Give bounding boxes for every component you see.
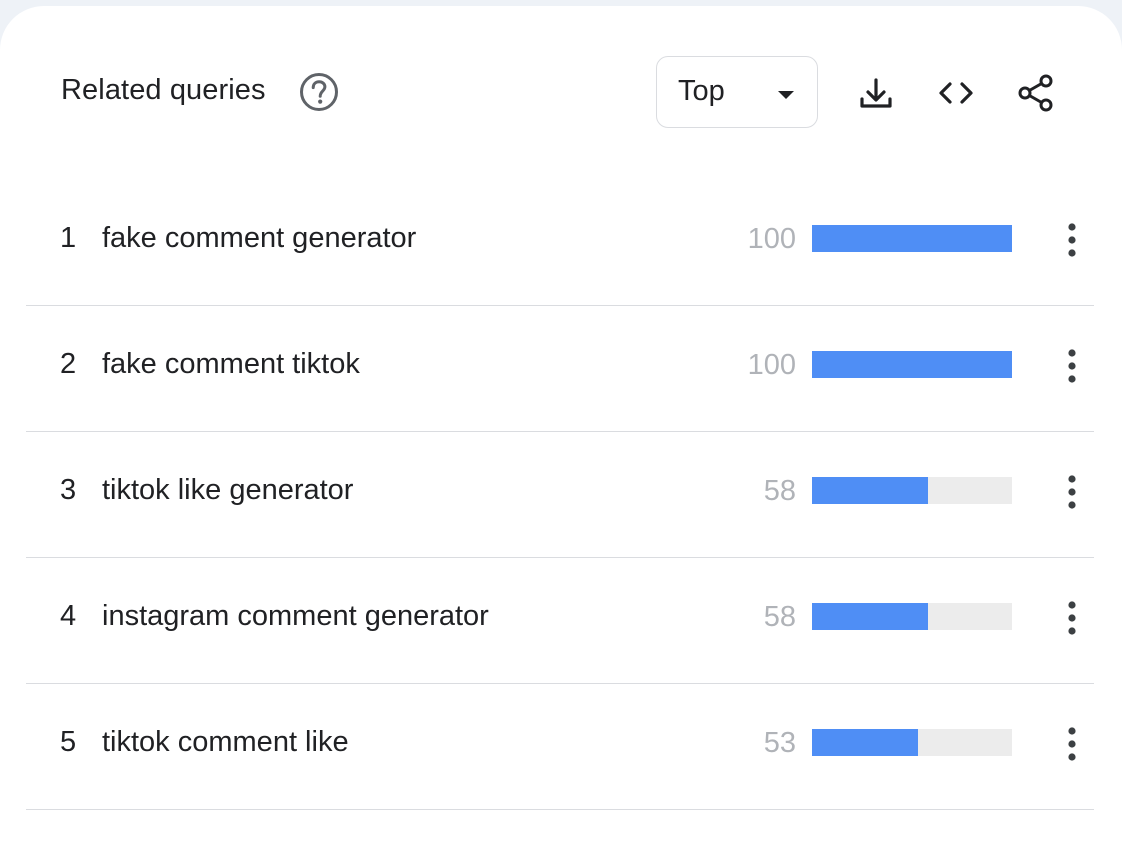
query-bar-track — [812, 225, 1012, 252]
query-bar-fill — [812, 477, 928, 504]
query-bar-track — [812, 477, 1012, 504]
query-link[interactable]: instagram comment generator — [102, 600, 489, 633]
query-bar-track — [812, 351, 1012, 378]
query-value: 100 — [747, 349, 796, 381]
query-link[interactable]: tiktok comment like — [102, 726, 349, 759]
row-more-button[interactable] — [1056, 474, 1088, 510]
query-rank: 5 — [60, 726, 77, 758]
share-icon — [1018, 74, 1053, 112]
more-vertical-icon — [1068, 475, 1076, 509]
query-bar-track — [812, 603, 1012, 630]
query-value: 100 — [747, 223, 796, 255]
query-row: 3 tiktok like generator 58 — [0, 432, 1122, 558]
query-bar-track — [812, 729, 1012, 756]
more-vertical-icon — [1068, 727, 1076, 761]
query-row: 2 fake comment tiktok 100 — [0, 306, 1122, 432]
query-type-select-value: Top — [678, 75, 725, 107]
share-button[interactable] — [1015, 72, 1057, 114]
query-value: 53 — [763, 727, 796, 759]
query-link[interactable]: fake comment generator — [102, 222, 416, 255]
query-bar-fill — [812, 603, 928, 630]
caret-down-icon — [777, 87, 795, 99]
row-more-button[interactable] — [1056, 726, 1088, 762]
card-title: Related queries — [61, 74, 266, 106]
query-bar-fill — [812, 351, 1012, 378]
download-icon — [860, 78, 892, 108]
query-value: 58 — [763, 601, 796, 633]
query-bar-fill — [812, 225, 1012, 252]
download-button[interactable] — [855, 72, 897, 114]
row-more-button[interactable] — [1056, 600, 1088, 636]
help-icon[interactable] — [299, 72, 339, 112]
query-link[interactable]: tiktok like generator — [102, 474, 353, 507]
query-rank: 3 — [60, 474, 77, 506]
embed-button[interactable] — [935, 72, 977, 114]
code-icon — [939, 82, 973, 104]
row-more-button[interactable] — [1056, 348, 1088, 384]
query-rank: 4 — [60, 600, 77, 632]
more-vertical-icon — [1068, 601, 1076, 635]
query-value: 58 — [763, 475, 796, 507]
query-row: 5 tiktok comment like 53 — [0, 684, 1122, 810]
row-more-button[interactable] — [1056, 222, 1088, 258]
query-row: 1 fake comment generator 100 — [0, 180, 1122, 306]
card-header: Related queries Top — [0, 6, 1122, 180]
query-row: 4 instagram comment generator 58 — [0, 558, 1122, 684]
query-link[interactable]: fake comment tiktok — [102, 348, 360, 381]
related-queries-list: 1 fake comment generator 100 2 fake comm… — [0, 180, 1122, 810]
more-vertical-icon — [1068, 349, 1076, 383]
query-type-select[interactable]: Top — [656, 56, 818, 128]
query-rank: 1 — [60, 222, 77, 254]
related-queries-card: Related queries Top 1 fake comment gener… — [0, 6, 1122, 842]
query-rank: 2 — [60, 348, 77, 380]
query-bar-fill — [812, 729, 918, 756]
more-vertical-icon — [1068, 223, 1076, 257]
